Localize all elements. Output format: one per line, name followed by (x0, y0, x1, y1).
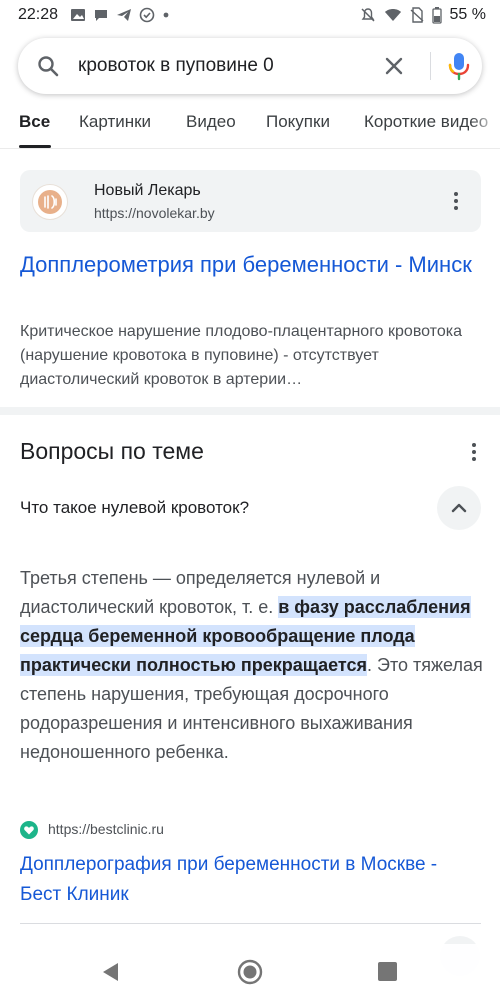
mute-icon (361, 8, 375, 22)
clear-icon[interactable] (382, 54, 406, 78)
answer-text: Третья степень — определяется нулевой и … (20, 564, 485, 767)
microphone-icon[interactable] (444, 50, 474, 82)
search-bar[interactable]: кровоток в пуповине 0 (18, 38, 482, 94)
status-bar: 22:28 55 % (0, 0, 500, 32)
result-site-header[interactable]: Новый Лекарь https://novolekar.by (20, 170, 481, 232)
tabs-divider (0, 148, 500, 149)
telegram-icon (117, 9, 131, 21)
system-navigation-bar (0, 944, 500, 1000)
question-divider (20, 923, 481, 924)
question-text[interactable]: Что такое нулевой кровоток? (20, 498, 249, 518)
section-divider (0, 407, 500, 415)
chevron-up-icon (451, 503, 467, 513)
tab-all[interactable]: Все (19, 112, 50, 132)
novolekar-logo-icon (38, 190, 62, 214)
wifi-icon (384, 9, 401, 21)
home-icon[interactable] (237, 959, 263, 985)
result-title-link[interactable]: Допплерометрия при беременности - Минск (20, 249, 480, 280)
chat-icon (95, 10, 107, 21)
notification-icons (70, 7, 170, 23)
answer-source-title-link[interactable]: Допплерография при беременности в Москве… (20, 850, 480, 910)
search-input[interactable]: кровоток в пуповине 0 (78, 55, 274, 77)
tabs-fade (470, 108, 500, 148)
image-icon (71, 9, 85, 21)
more-vert-icon[interactable] (448, 190, 464, 212)
system-icons: 55 % (360, 6, 486, 24)
battery-percent: 55 % (449, 6, 486, 23)
tab-images[interactable]: Картинки (79, 112, 151, 132)
bestclinic-favicon-icon (20, 821, 38, 839)
more-vert-icon[interactable] (466, 441, 482, 463)
no-sim-icon (410, 7, 424, 23)
collapse-question-button[interactable] (437, 486, 481, 530)
search-tabs: Все Картинки Видео Покупки Короткие виде… (0, 108, 500, 148)
answer-source-url: https://bestclinic.ru (48, 821, 164, 837)
back-icon[interactable] (100, 961, 120, 983)
related-questions-heading: Вопросы по теме (20, 438, 204, 464)
site-favicon (32, 184, 68, 220)
result-snippet: Критическое нарушение плодово-плацентарн… (20, 323, 462, 388)
search-separator (430, 52, 431, 80)
battery-icon (431, 6, 442, 24)
tab-video[interactable]: Видео (186, 112, 236, 132)
check-circle-icon (139, 7, 155, 23)
status-time: 22:28 (18, 6, 59, 23)
recent-apps-icon[interactable] (378, 962, 397, 981)
site-name: Новый Лекарь (94, 182, 201, 199)
tab-shopping[interactable]: Покупки (266, 112, 330, 132)
dot-icon (163, 12, 169, 18)
site-url: https://novolekar.by (94, 205, 215, 221)
search-icon[interactable] (36, 54, 60, 78)
